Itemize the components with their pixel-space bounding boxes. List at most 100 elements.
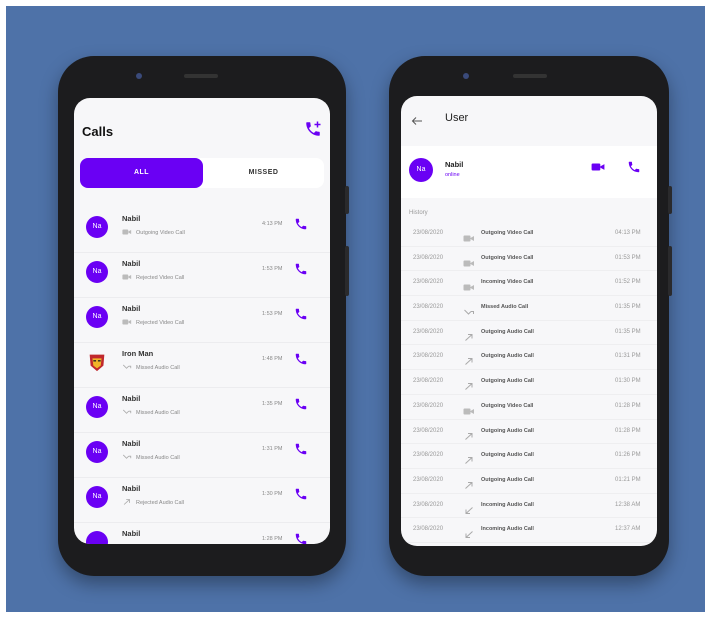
call-filter-tabs: ALL MISSED [80,158,324,188]
contact-name: Nabil [122,259,141,268]
phone-mockup-right: User Na Nabil online History 23/08/2020 O… [389,56,672,576]
outgoing-arrow-icon [463,477,475,489]
history-date: 23/08/2020 [413,304,444,311]
call-type-label: Missed Audio Call [136,365,180,371]
history-item: 23/08/2020 Outgoing Audio Call 01:28 PM [401,420,657,445]
video-icon [122,273,132,283]
call-time: 1:30 PM [262,491,283,497]
history-item: 23/08/2020 Outgoing Audio Call 01:31 PM [401,345,657,371]
contact-name: Nabil [122,484,141,493]
avatar: Na [86,486,108,508]
call-type: Rejected Audio Call [122,498,184,508]
video-icon [122,318,132,328]
history-type: Outgoing Audio Call [481,378,534,385]
call-list-item[interactable]: Na Nabil Rejected Video Call 1:53 PM [74,298,330,343]
history-item: 23/08/2020 Outgoing Audio Call 01:35 PM [401,321,657,346]
outgoing-arrow-icon [463,428,475,440]
outgoing-arrow-icon [463,378,475,390]
history-date: 23/08/2020 [413,501,444,508]
call-back-icon[interactable] [294,352,308,366]
user-screen: User Na Nabil online History 23/08/2020 O… [401,96,657,546]
history-item: 23/08/2020 Incoming Audio Call 12:38 AM [401,494,657,519]
history-list: 23/08/2020 Outgoing Video Call 04:13 PM 23/… [401,222,657,543]
contact-name: Nabil [122,529,141,538]
call-back-icon[interactable] [294,532,308,544]
call-type: Missed Audio Call [122,453,180,463]
history-type: Outgoing Video Call [481,254,534,261]
history-type: Missed Audio Call [481,304,529,311]
history-item: 23/08/2020 Outgoing Audio Call 01:21 PM [401,469,657,494]
history-date: 23/08/2020 [413,526,444,533]
call-type-label: Outgoing Video Call [136,230,185,236]
avatar: Na [86,396,108,418]
call-back-icon[interactable] [294,397,308,411]
call-list-item[interactable]: Na Nabil Missed Audio Call 1:35 PM [74,388,330,433]
avatar: Na [409,158,433,182]
history-date: 23/08/2020 [413,452,444,459]
avatar [86,531,108,544]
video-icon [463,403,475,415]
call-type-label: Missed Audio Call [136,455,180,461]
outgoing-arrow-icon [463,452,475,465]
add-call-icon[interactable] [304,120,322,138]
call-list-item[interactable]: Iron Man Missed Audio Call 1:48 PM [74,343,330,388]
video-call-icon[interactable] [591,161,605,173]
user-card: Na Nabil online [401,146,657,198]
contact-name: Iron Man [122,349,154,358]
history-time: 01:21 PM [615,476,641,483]
call-back-icon[interactable] [294,487,308,501]
call-type: Rejected Video Call [122,273,184,283]
call-back-icon[interactable] [294,442,308,456]
call-type: Missed Audio Call [122,363,180,373]
video-icon [463,255,475,267]
call-type: Rejected Video Call [122,318,184,328]
contact-name: Nabil [122,214,141,223]
history-item: 23/08/2020 Outgoing Video Call 01:53 PM [401,247,657,272]
history-time: 01:35 PM [615,304,641,311]
outgoing-arrow-icon [122,498,132,508]
call-time: 1:35 PM [262,401,283,407]
volume-button [345,246,349,296]
call-list-item[interactable]: Na Nabil Rejected Audio Call 1:30 PM [74,478,330,523]
history-type: Incoming Audio Call [481,501,534,508]
history-date: 23/08/2020 [413,476,444,483]
call-type-label: Rejected Video Call [136,275,185,281]
call-list-item[interactable]: Na Nabil Rejected Video Call 1:53 PM [74,253,330,298]
tab-all[interactable]: ALL [80,158,203,188]
history-date: 23/08/2020 [413,427,444,434]
history-time: 01:52 PM [615,279,641,286]
voice-call-icon[interactable] [627,160,641,174]
power-button [345,186,349,214]
tab-missed[interactable]: MISSED [203,158,324,188]
call-time: 1:48 PM [262,356,283,362]
history-date: 23/08/2020 [413,328,444,335]
video-icon [463,230,475,242]
call-type: Missed Audio Call [122,408,180,418]
history-time: 01:30 PM [615,378,641,385]
earpiece-speaker [184,74,218,78]
showcase-background: Calls ALL MISSED Na Nabil Outgoing Video C… [6,6,705,612]
history-item: 23/08/2020 Outgoing Audio Call 01:30 PM [401,370,657,395]
avatar: Na [86,441,108,463]
call-type-label: Rejected Audio Call [136,500,185,506]
history-type: Incoming Audio Call [481,526,534,533]
page-title: User [445,112,469,124]
call-back-icon[interactable] [294,307,308,321]
call-list-item[interactable]: Nabil 1:28 PM [74,523,330,544]
history-type: Outgoing Video Call [481,402,534,409]
call-back-icon[interactable] [294,217,308,231]
outgoing-arrow-icon [463,329,475,341]
call-back-icon[interactable] [294,262,308,276]
incoming-arrow-icon [463,526,475,539]
history-date: 23/08/2020 [413,353,444,360]
missed-call-icon [463,304,475,315]
call-list-item[interactable]: Na Nabil Outgoing Video Call 4:13 PM [74,208,330,253]
contact-name: Nabil [122,394,141,403]
call-list-item[interactable]: Na Nabil Missed Audio Call 1:31 PM [74,433,330,478]
user-header: User [401,96,657,138]
incoming-arrow-icon [463,502,475,514]
avatar: Na [86,306,108,328]
back-arrow-icon[interactable] [411,116,423,126]
video-icon [122,228,132,238]
user-status: online [445,172,460,178]
